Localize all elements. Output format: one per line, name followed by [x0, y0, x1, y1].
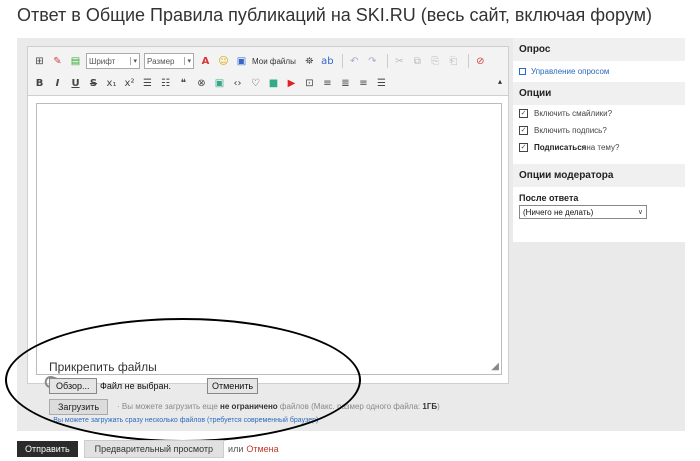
checkbox-checked-icon[interactable]: ✓ [519, 109, 528, 118]
checkbox-checked-icon[interactable]: ✓ [519, 143, 528, 152]
checkbox-checked-icon[interactable]: ✓ [519, 126, 528, 135]
youtube-icon[interactable]: ▶ [284, 76, 299, 91]
smiley-icon[interactable]: ☺ [216, 54, 231, 69]
form-actions: Отправить Предварительный просмотр или О… [17, 440, 279, 458]
font-select[interactable]: Шрифт ▾ [86, 53, 140, 69]
superscript-icon[interactable]: x² [122, 76, 137, 91]
media-icon[interactable]: ■ [266, 76, 281, 91]
subscript-icon[interactable]: x₁ [104, 76, 119, 91]
toolbar-row-2: B I U Sx₁ x² ☰ ☷ ❝ ⊗ ▣ ‹› ♡ ■ ▶ ⊡ ≡ ≣ ≡ ☰ [32, 73, 392, 93]
cut-icon[interactable]: ✂ [392, 54, 407, 69]
multi-upload-note: · Вы можете загружать сразу несколько фа… [49, 417, 319, 424]
redo-icon[interactable]: ↷ [365, 54, 380, 69]
browse-button[interactable]: Обзор... [49, 378, 97, 394]
moderator-options-header: Опции модератора [513, 164, 685, 187]
table-icon[interactable]: ▤ [68, 54, 83, 69]
no-file-label: Файл не выбран. [100, 381, 171, 391]
align-left-icon[interactable]: ≡ [320, 76, 335, 91]
align-center-icon[interactable]: ≣ [338, 76, 353, 91]
cancel-link[interactable]: Отмена [246, 444, 278, 454]
attach-title: Прикрепить файлы [49, 360, 157, 374]
strike-icon[interactable]: S [86, 76, 101, 91]
toolbar-row-1: ⊞ ✎ ▤ Шрифт ▾ Размер ▾ A ☺ ▣ Мои файлы ⛯ a… [32, 51, 491, 71]
comment-icon[interactable]: ♡ [248, 76, 263, 91]
option-subscribe[interactable]: ✓ Подписаться на тему? [513, 139, 685, 156]
send-button[interactable]: Отправить [17, 441, 78, 457]
size-select[interactable]: Размер ▾ [144, 53, 194, 69]
options-header: Опции [513, 82, 685, 105]
copy-icon[interactable]: ⧉ [410, 54, 425, 69]
remove-format-icon[interactable]: ⊘ [473, 54, 488, 69]
collapse-toolbar-icon[interactable]: ▴ [498, 77, 502, 86]
upload-note: · Вы можете загрузить еще не ограничено … [117, 402, 440, 411]
image-icon[interactable]: ▣ [212, 76, 227, 91]
toolbar-separator [467, 54, 469, 68]
special-char-icon[interactable]: ⊡ [302, 76, 317, 91]
page-title: Ответ в Общие Правила публикаций на SKI.… [17, 5, 653, 25]
message-textarea[interactable]: ◢ [36, 103, 502, 375]
link-icon[interactable]: ⊗ [194, 76, 209, 91]
replace-icon[interactable]: ab [320, 54, 335, 69]
upload-button[interactable]: Загрузить [49, 399, 109, 415]
or-label: или [228, 444, 244, 454]
justify-icon[interactable]: ☰ [374, 76, 389, 91]
editor-toolbar: ⊞ ✎ ▤ Шрифт ▾ Размер ▾ A ☺ ▣ Мои файлы ⛯ a… [28, 47, 508, 96]
quote-icon[interactable]: ❝ [176, 76, 191, 91]
eraser-icon[interactable]: ✎ [50, 54, 65, 69]
attach-files-section: ⊂ Прикрепить файлы Обзор... Файл не выбр… [27, 348, 507, 428]
preview-button[interactable]: Предварительный просмотр [83, 440, 225, 458]
my-files-icon[interactable]: ▣ [234, 54, 249, 69]
toolbar-separator [386, 54, 388, 68]
toolbar-separator [341, 54, 343, 68]
source-icon[interactable]: ⊞ [32, 54, 47, 69]
after-reply-label: После ответа [519, 193, 579, 203]
undo-icon[interactable]: ↶ [347, 54, 362, 69]
align-right-icon[interactable]: ≡ [356, 76, 371, 91]
my-files-button[interactable]: Мои файлы [252, 57, 296, 66]
option-smileys[interactable]: ✓ Включить смайлики? [513, 105, 685, 122]
option-signature[interactable]: ✓ Включить подпись? [513, 122, 685, 139]
after-reply-select[interactable]: (Ничего не делать) ∨ [519, 205, 647, 219]
italic-icon[interactable]: I [50, 76, 65, 91]
editor: ⊞ ✎ ▤ Шрифт ▾ Размер ▾ A ☺ ▣ Мои файлы ⛯ a… [27, 46, 509, 384]
text-color-icon[interactable]: A [198, 54, 213, 69]
unordered-list-icon[interactable]: ☷ [158, 76, 173, 91]
poll-manage-link[interactable]: Управление опросом [513, 61, 685, 82]
sidebar: Опрос Управление опросом Опции ✓ Включит… [513, 38, 685, 242]
paste-text-icon[interactable]: ⎗ [446, 54, 461, 69]
cancel-file-button[interactable]: Отменить [207, 378, 259, 394]
chevron-down-icon: ∨ [637, 209, 643, 216]
underline-icon[interactable]: U [68, 76, 83, 91]
binoculars-icon[interactable]: ⛯ [302, 54, 317, 69]
ordered-list-icon[interactable]: ☰ [140, 76, 155, 91]
poll-header: Опрос [513, 38, 685, 61]
paste-icon[interactable]: ⎘ [428, 54, 443, 69]
bullet-icon [519, 68, 526, 75]
reply-form: ⊞ ✎ ▤ Шрифт ▾ Размер ▾ A ☺ ▣ Мои файлы ⛯ a… [17, 38, 685, 431]
bold-icon[interactable]: B [32, 76, 47, 91]
code-icon[interactable]: ‹› [230, 76, 245, 91]
